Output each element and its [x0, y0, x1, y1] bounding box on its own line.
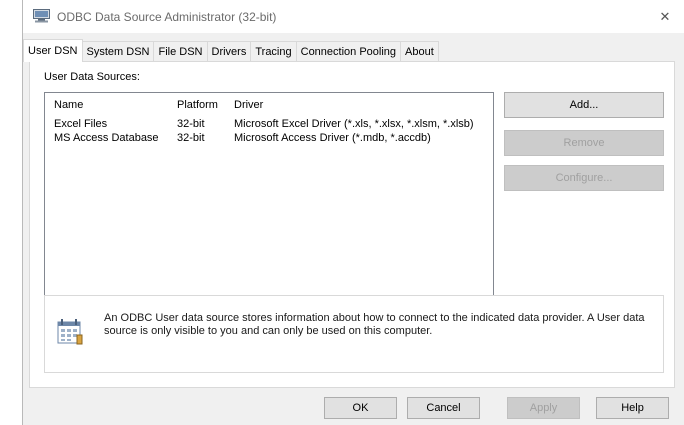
- configure-button[interactable]: Configure...: [504, 165, 664, 191]
- odbc-app-icon: [33, 9, 50, 23]
- info-description: An ODBC User data source stores informat…: [104, 312, 645, 337]
- user-data-sources-label: User Data Sources:: [44, 71, 140, 83]
- cancel-button[interactable]: Cancel: [407, 397, 480, 419]
- ok-button[interactable]: OK: [324, 397, 397, 419]
- tab-strip: User DSN System DSN File DSN Drivers Tra…: [23, 39, 439, 62]
- dsn-platform: 32-bit: [177, 132, 205, 144]
- remove-button[interactable]: Remove: [504, 130, 664, 156]
- dsn-platform: 32-bit: [177, 118, 205, 130]
- dsn-driver: Microsoft Access Driver (*.mdb, *.accdb): [234, 132, 431, 144]
- apply-button[interactable]: Apply: [507, 397, 580, 419]
- dsn-name: MS Access Database: [54, 132, 159, 144]
- add-button[interactable]: Add...: [504, 92, 664, 118]
- tab-file-dsn[interactable]: File DSN: [154, 41, 208, 62]
- user-dsn-panel: User Data Sources: Name Platform Driver …: [29, 61, 675, 388]
- tab-about[interactable]: About: [401, 41, 439, 62]
- tab-user-dsn[interactable]: User DSN: [23, 39, 83, 62]
- close-icon: ✕: [659, 8, 671, 24]
- odbc-window: ODBC Data Source Administrator (32-bit) …: [22, 0, 684, 425]
- tab-system-dsn[interactable]: System DSN: [82, 41, 155, 62]
- column-header-platform[interactable]: Platform: [177, 99, 218, 111]
- data-source-info-icon: [57, 318, 83, 346]
- tab-drivers[interactable]: Drivers: [207, 41, 252, 62]
- dsn-driver: Microsoft Excel Driver (*.xls, *.xlsx, *…: [234, 118, 474, 130]
- window-title: ODBC Data Source Administrator (32-bit): [57, 10, 277, 24]
- dsn-name: Excel Files: [54, 118, 108, 130]
- list-item[interactable]: MS Access Database 32-bit Microsoft Acce…: [45, 132, 493, 146]
- info-box: An ODBC User data source stores informat…: [44, 295, 664, 373]
- column-header-name[interactable]: Name: [54, 99, 83, 111]
- help-button[interactable]: Help: [596, 397, 669, 419]
- tab-tracing[interactable]: Tracing: [251, 41, 297, 62]
- tab-connection-pooling[interactable]: Connection Pooling: [296, 41, 402, 62]
- close-button[interactable]: ✕: [645, 0, 684, 33]
- list-item[interactable]: Excel Files 32-bit Microsoft Excel Drive…: [45, 118, 493, 132]
- column-header-driver[interactable]: Driver: [234, 99, 263, 111]
- title-bar[interactable]: ODBC Data Source Administrator (32-bit) …: [23, 0, 684, 33]
